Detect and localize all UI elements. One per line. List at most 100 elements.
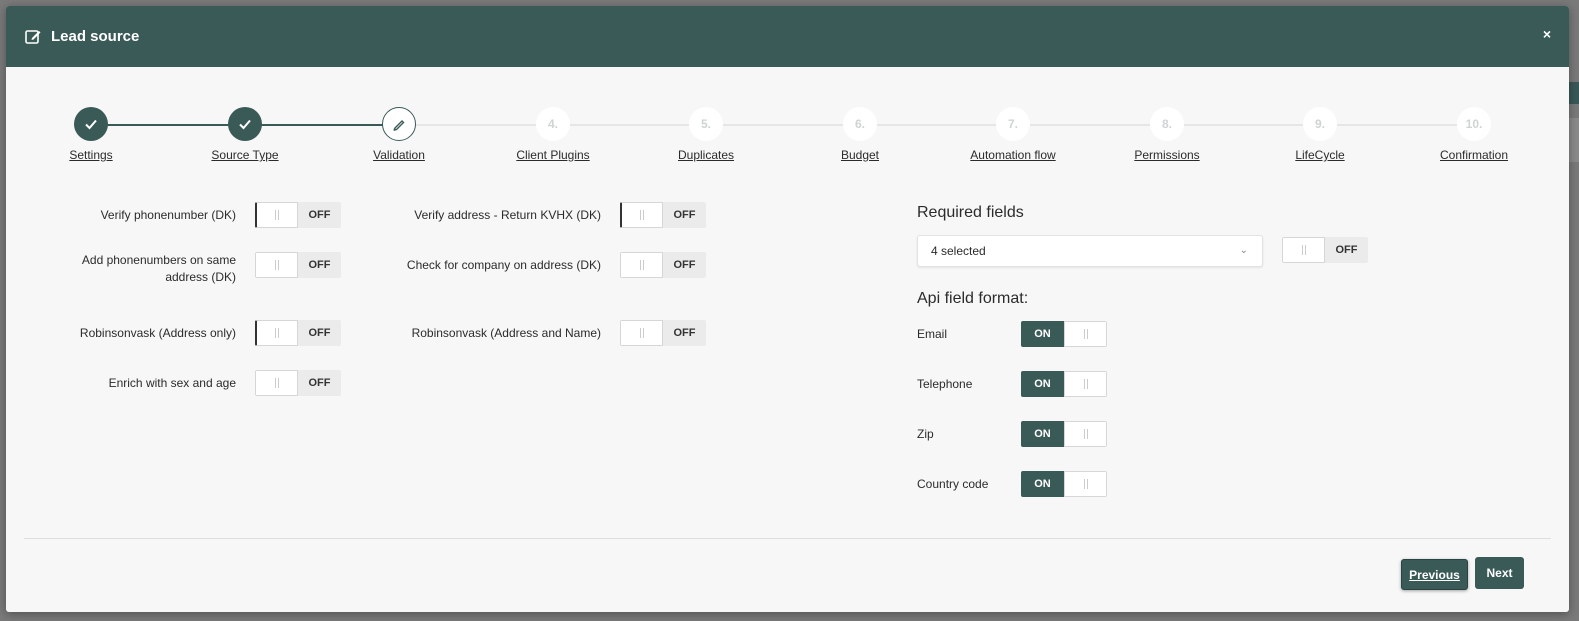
api-field-label: Zip	[917, 426, 934, 441]
toggle-state: OFF	[298, 370, 341, 396]
add-phonenumbers-toggle[interactable]: OFF	[255, 252, 341, 278]
pen-icon	[382, 107, 416, 141]
select-value: 4 selected	[931, 244, 986, 258]
toggle-handle	[620, 252, 663, 278]
wizard-stepper: Settings Source Type Validation 4. Clien…	[6, 102, 1569, 182]
setting-label: Robinsonvask (Address only)	[79, 325, 236, 340]
step-number: 5.	[689, 107, 723, 141]
previous-button[interactable]: Previous	[1401, 559, 1468, 590]
api-field-label: Country code	[917, 476, 989, 491]
step-duplicates[interactable]: 5. Duplicates	[631, 102, 781, 162]
modal-title: Lead source	[51, 28, 140, 45]
step-source-type[interactable]: Source Type	[170, 102, 320, 162]
step-client-plugins[interactable]: 4. Client Plugins	[478, 102, 628, 162]
setting-verify-phonenumber: Verify phonenumber (DK) OFF	[46, 202, 341, 228]
api-field-telephone: Telephone ON	[917, 371, 1107, 397]
toggle-state: OFF	[298, 202, 341, 228]
setting-label: Verify phonenumber (DK)	[100, 207, 236, 222]
step-confirmation[interactable]: 10. Confirmation	[1399, 102, 1549, 162]
setting-verify-address: Verify address - Return KVHX (DK) OFF	[401, 202, 706, 228]
toggle-handle	[1064, 371, 1107, 397]
api-field-label: Telephone	[917, 376, 973, 391]
step-number: 8.	[1150, 107, 1184, 141]
step-permissions[interactable]: 8. Permissions	[1092, 102, 1242, 162]
check-icon	[228, 107, 262, 141]
step-label[interactable]: Client Plugins	[478, 148, 628, 162]
toggle-state: ON	[1021, 371, 1064, 397]
step-number: 6.	[843, 107, 877, 141]
step-label[interactable]: Settings	[16, 148, 166, 162]
toggle-handle	[1282, 237, 1325, 263]
setting-add-phonenumbers: Add phonenumbers on same address (DK) OF…	[46, 252, 341, 286]
step-label[interactable]: Budget	[785, 148, 935, 162]
email-format-toggle[interactable]: ON	[1021, 321, 1107, 347]
required-fields-select[interactable]: 4 selected ⌄	[917, 235, 1263, 267]
step-automation-flow[interactable]: 7. Automation flow	[938, 102, 1088, 162]
step-label[interactable]: Validation	[324, 148, 474, 162]
verify-phonenumber-toggle[interactable]: OFF	[255, 202, 341, 228]
toggle-handle	[255, 202, 298, 228]
step-label[interactable]: Automation flow	[938, 148, 1088, 162]
setting-label: Check for company on address (DK)	[406, 257, 601, 272]
next-button[interactable]: Next	[1475, 557, 1524, 589]
toggle-state: ON	[1021, 421, 1064, 447]
modal-header: Lead source ×	[6, 6, 1569, 67]
setting-robinsonvask-address: Robinsonvask (Address only) OFF	[46, 320, 341, 346]
country-code-format-toggle[interactable]: ON	[1021, 471, 1107, 497]
step-label[interactable]: Duplicates	[631, 148, 781, 162]
setting-check-company: Check for company on address (DK) OFF	[401, 252, 706, 278]
edit-icon	[25, 29, 41, 44]
api-field-country-code: Country code ON	[917, 471, 1107, 497]
api-field-zip: Zip ON	[917, 421, 1107, 447]
required-fields-title: Required fields	[917, 204, 1024, 221]
setting-label: Robinsonvask (Address and Name)	[411, 325, 601, 340]
step-lifecycle[interactable]: 9. LifeCycle	[1245, 102, 1395, 162]
api-field-label: Email	[917, 326, 948, 341]
step-number: 10.	[1457, 107, 1491, 141]
zip-format-toggle[interactable]: ON	[1021, 421, 1107, 447]
telephone-format-toggle[interactable]: ON	[1021, 371, 1107, 397]
api-field-email: Email ON	[917, 321, 1107, 347]
check-icon	[74, 107, 108, 141]
toggle-state: OFF	[663, 252, 706, 278]
step-budget[interactable]: 6. Budget	[785, 102, 935, 162]
chevron-down-icon: ⌄	[1239, 245, 1248, 256]
robinsonvask-address-toggle[interactable]: OFF	[255, 320, 341, 346]
toggle-state: OFF	[663, 202, 706, 228]
toggle-state: OFF	[663, 320, 706, 346]
toggle-state: ON	[1021, 471, 1064, 497]
step-label[interactable]: Source Type	[170, 148, 320, 162]
toggle-state: OFF	[298, 320, 341, 346]
setting-label: Verify address - Return KVHX (DK)	[414, 207, 601, 222]
toggle-handle	[255, 252, 298, 278]
toggle-state: ON	[1021, 321, 1064, 347]
api-field-format-title: Api field format:	[917, 290, 1029, 307]
robinsonvask-name-toggle[interactable]: OFF	[620, 320, 706, 346]
close-button[interactable]: ×	[1543, 26, 1551, 42]
step-number: 9.	[1303, 107, 1337, 141]
enrich-sex-age-toggle[interactable]: OFF	[255, 370, 341, 396]
step-number: 4.	[536, 107, 570, 141]
footer-divider	[24, 538, 1551, 539]
toggle-handle	[1064, 421, 1107, 447]
toggle-state: OFF	[1325, 237, 1368, 263]
step-settings[interactable]: Settings	[16, 102, 166, 162]
required-fields-toggle[interactable]: OFF	[1282, 237, 1368, 263]
step-label[interactable]: Confirmation	[1399, 148, 1549, 162]
toggle-handle	[1064, 471, 1107, 497]
setting-label: Enrich with sex and age	[108, 375, 236, 390]
setting-label: Add phonenumbers on same address (DK)	[81, 253, 236, 284]
step-label[interactable]: Permissions	[1092, 148, 1242, 162]
toggle-handle	[255, 320, 298, 346]
step-validation[interactable]: Validation	[324, 102, 474, 162]
setting-enrich-sex-age: Enrich with sex and age OFF	[46, 370, 341, 396]
verify-address-toggle[interactable]: OFF	[620, 202, 706, 228]
toggle-handle	[620, 202, 663, 228]
step-label[interactable]: LifeCycle	[1245, 148, 1395, 162]
lead-source-modal: Lead source × Settings Source Type Valid…	[6, 6, 1569, 612]
toggle-handle	[620, 320, 663, 346]
toggle-handle	[1064, 321, 1107, 347]
check-company-toggle[interactable]: OFF	[620, 252, 706, 278]
setting-robinsonvask-name: Robinsonvask (Address and Name) OFF	[401, 320, 706, 346]
step-number: 7.	[996, 107, 1030, 141]
